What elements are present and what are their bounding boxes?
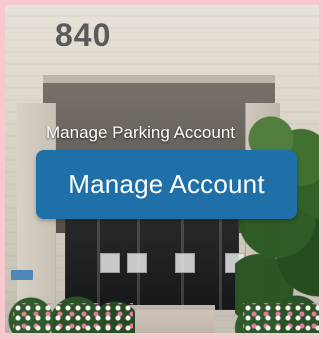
door-sign	[100, 253, 120, 273]
manage-parking-account-title: Manage Parking Account	[46, 123, 236, 142]
flower-bed-left	[13, 303, 133, 333]
flower-bed-right	[243, 303, 319, 333]
building-number: 840	[55, 17, 112, 53]
walkway	[125, 305, 215, 333]
door-sign	[175, 253, 195, 273]
manage-account-button-label: Manage Account	[68, 169, 265, 199]
parking-card: 840 Manage Parking Account Manage Accoun…	[5, 5, 319, 333]
window-mullion	[219, 217, 222, 311]
manage-account-button[interactable]: Manage Account	[36, 150, 297, 219]
info-sign	[11, 270, 33, 280]
door-sign	[127, 253, 147, 273]
